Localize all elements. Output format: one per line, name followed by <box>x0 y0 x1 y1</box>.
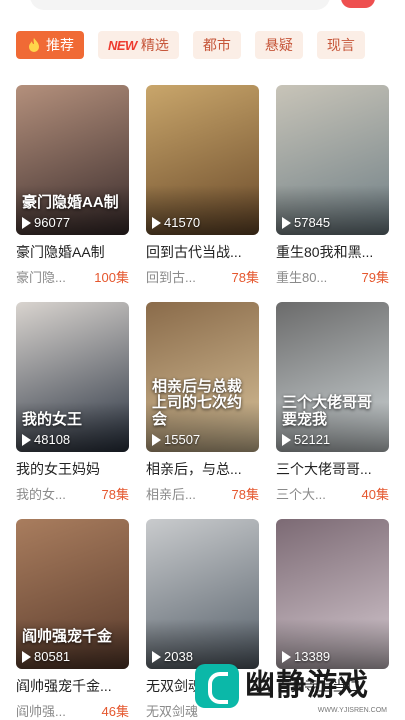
new-badge: NEW <box>108 37 137 53</box>
watermark-url: WWW.YJISREN.COM <box>317 707 387 714</box>
tab-label: 推荐 <box>46 37 74 53</box>
site-logo-icon <box>195 664 239 708</box>
tab-label: 悬疑 <box>264 37 293 53</box>
drama-poster[interactable]: 三个大佬哥哥要宠我 52121 <box>276 302 389 452</box>
play-count-value: 57845 <box>294 215 331 230</box>
poster-title: 阎帅强宠千金 <box>22 627 113 645</box>
drama-subtitle: 阎帅强... <box>16 704 66 719</box>
drama-title[interactable]: 回到古代当战... <box>146 242 259 262</box>
play-count-value: 41570 <box>164 215 201 230</box>
tab-urban[interactable]: 都市 <box>192 31 241 59</box>
drama-meta: 重生80... 79集 <box>276 267 389 286</box>
drama-subtitle: 无双剑魂 <box>146 704 199 719</box>
play-count: 96077 <box>22 215 70 230</box>
play-count-value: 52121 <box>294 432 331 447</box>
drama-subtitle: 相亲后... <box>146 487 196 502</box>
drama-meta: 我的女... 78集 <box>16 484 129 503</box>
category-tabs: 推荐 NEW 精选 都市 悬疑 现言 <box>16 31 405 59</box>
drama-card[interactable]: 我的女王 48108 我的女王妈妈 我的女... 78集 <box>16 302 129 503</box>
play-icon <box>152 650 161 663</box>
drama-subtitle: 豪门隐... <box>16 270 66 285</box>
drama-meta: 豪门隐... 100集 <box>16 267 129 286</box>
episode-count: 78集 <box>101 487 129 502</box>
drama-title[interactable]: 我的女王妈妈 <box>16 459 129 479</box>
play-count-value: 2038 <box>164 649 193 664</box>
play-count: 2038 <box>152 649 193 664</box>
drama-poster[interactable]: 我的女王 48108 <box>16 302 129 452</box>
drama-subtitle: 我的女... <box>16 487 66 502</box>
drama-subtitle: 回到古... <box>146 270 196 285</box>
drama-subtitle: 三个大... <box>276 487 326 502</box>
drama-title[interactable]: 重生80我和黑... <box>276 242 389 262</box>
episode-count: 46集 <box>101 704 129 719</box>
play-count: 41570 <box>152 215 200 230</box>
tab-romance[interactable]: 现言 <box>316 31 365 59</box>
watermark-text: 幽静游戏 <box>245 669 369 702</box>
drama-subtitle: 重生80... <box>276 270 328 285</box>
play-icon <box>22 650 31 663</box>
drama-meta: 阎帅强... 46集 <box>16 701 129 720</box>
drama-card[interactable]: 阎帅强宠千金 80581 阎帅强宠千金... 阎帅强... 46集 <box>16 519 129 720</box>
episode-count: 40集 <box>361 487 389 502</box>
drama-poster[interactable]: 2038 <box>146 519 259 669</box>
poster-title: 我的女王 <box>22 410 83 428</box>
drama-poster[interactable]: 41570 <box>146 85 259 235</box>
drama-meta: 回到古... 78集 <box>146 267 259 286</box>
tab-label: 现言 <box>326 37 355 53</box>
drama-poster[interactable]: 13389 <box>276 519 389 669</box>
poster-title: 相亲后与总裁上司的七次约会 <box>152 377 243 428</box>
header-action-button[interactable] <box>341 0 375 8</box>
drama-card[interactable]: 57845 重生80我和黑... 重生80... 79集 <box>276 85 389 286</box>
play-count: 57845 <box>282 215 330 230</box>
tab-suspense[interactable]: 悬疑 <box>254 31 303 59</box>
episode-count: 78集 <box>231 270 259 285</box>
drama-title[interactable]: 相亲后，与总... <box>146 459 259 479</box>
drama-card[interactable]: 三个大佬哥哥要宠我 52121 三个大佬哥哥... 三个大... 40集 <box>276 302 389 503</box>
search-bar[interactable] <box>30 0 330 10</box>
play-count-value: 15507 <box>164 432 201 447</box>
site-watermark: 幽静游戏 WWW.YJISREN.COM <box>195 658 395 714</box>
play-icon <box>22 433 31 446</box>
play-icon <box>152 216 161 229</box>
play-icon <box>152 433 161 446</box>
drama-title[interactable]: 阎帅强宠千金... <box>16 676 129 696</box>
drama-card[interactable]: 相亲后与总裁上司的七次约会 15507 相亲后，与总... 相亲后... 78集 <box>146 302 259 503</box>
drama-card[interactable]: 豪门隐婚AA制 96077 豪门隐婚AA制 豪门隐... 100集 <box>16 85 129 286</box>
play-count-value: 96077 <box>34 215 71 230</box>
drama-grid: 豪门隐婚AA制 96077 豪门隐婚AA制 豪门隐... 100集 41570 … <box>16 85 390 720</box>
play-icon <box>22 216 31 229</box>
play-count-value: 48108 <box>34 432 71 447</box>
play-count: 52121 <box>282 432 330 447</box>
app-screen: 推荐 NEW 精选 都市 悬疑 现言 豪门隐婚AA制 96077 豪门隐婚AA制… <box>0 0 405 720</box>
drama-poster[interactable]: 阎帅强宠千金 80581 <box>16 519 129 669</box>
play-icon <box>282 216 291 229</box>
play-count: 80581 <box>22 649 70 664</box>
tab-recommend[interactable]: 推荐 <box>16 31 84 59</box>
drama-poster[interactable]: 豪门隐婚AA制 96077 <box>16 85 129 235</box>
drama-title[interactable]: 豪门隐婚AA制 <box>16 242 129 262</box>
drama-poster[interactable]: 相亲后与总裁上司的七次约会 15507 <box>146 302 259 452</box>
tab-featured[interactable]: NEW 精选 <box>98 31 179 59</box>
episode-count: 79集 <box>361 270 389 285</box>
play-icon <box>282 433 291 446</box>
drama-meta: 相亲后... 78集 <box>146 484 259 503</box>
episode-count: 100集 <box>94 270 129 285</box>
drama-title[interactable]: 三个大佬哥哥... <box>276 459 389 479</box>
drama-card[interactable]: 41570 回到古代当战... 回到古... 78集 <box>146 85 259 286</box>
episode-count: 78集 <box>231 487 259 502</box>
poster-title: 豪门隐婚AA制 <box>22 193 119 211</box>
top-bar-edge <box>0 0 405 24</box>
drama-meta: 三个大... 40集 <box>276 484 389 503</box>
tab-label: 都市 <box>202 37 231 53</box>
tab-label: 精选 <box>140 37 169 53</box>
play-count-value: 80581 <box>34 649 71 664</box>
play-count: 48108 <box>22 432 70 447</box>
poster-title: 三个大佬哥哥要宠我 <box>282 394 373 428</box>
fire-icon <box>29 38 39 52</box>
play-count: 15507 <box>152 432 200 447</box>
drama-poster[interactable]: 57845 <box>276 85 389 235</box>
